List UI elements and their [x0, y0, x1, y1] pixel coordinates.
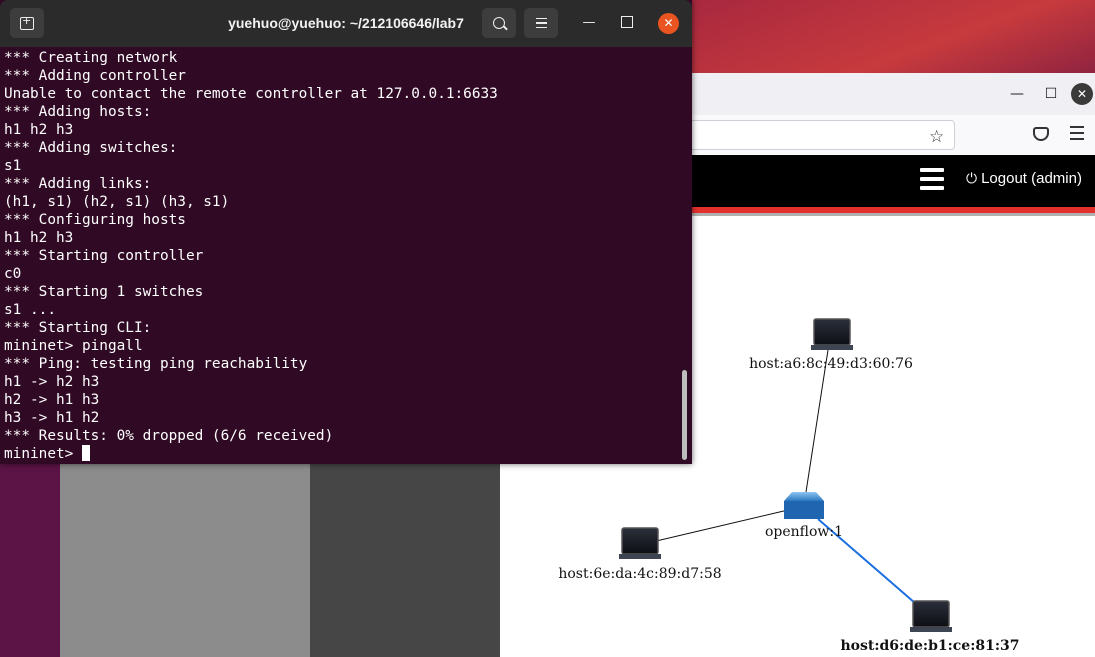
- switch-node[interactable]: openflow:1: [765, 492, 843, 540]
- pocket-icon[interactable]: [1033, 127, 1049, 141]
- close-icon[interactable]: ✕: [1071, 83, 1093, 105]
- terminal-scrollbar[interactable]: [682, 370, 687, 460]
- terminal-line: *** Starting CLI:: [4, 320, 152, 336]
- terminal-line: (h1, s1) (h2, s1) (h3, s1): [4, 194, 230, 210]
- browser-menu-icon[interactable]: [1070, 126, 1084, 144]
- terminal-line: *** Creating network: [4, 50, 178, 66]
- terminal-line: *** Adding controller: [4, 68, 186, 84]
- terminal-line: *** Starting 1 switches: [4, 284, 204, 300]
- logout-label: Logout (admin): [981, 170, 1082, 187]
- terminal-prompt[interactable]: mininet>: [4, 445, 680, 463]
- terminal-maximize-icon[interactable]: [621, 16, 633, 28]
- search-button[interactable]: [482, 8, 516, 38]
- terminal-line: h1 -> h2 h3: [4, 374, 100, 390]
- background-window[interactable]: [60, 460, 310, 657]
- terminal-line: *** Configuring hosts: [4, 212, 186, 228]
- terminal-line: s1 ...: [4, 302, 56, 318]
- terminal-text: *** Creating network *** Adding controlle…: [0, 47, 680, 463]
- terminal-line: *** Adding links:: [4, 176, 152, 192]
- power-icon: ⏻: [966, 170, 978, 186]
- minimize-icon[interactable]: —: [1004, 81, 1030, 107]
- terminal-line: h2 -> h1 h3: [4, 392, 100, 408]
- new-tab-icon: [20, 14, 34, 30]
- host-label-6e: host:6e:da:4c:89:d7:58: [558, 566, 721, 582]
- terminal-line: Unable to contact the remote controller …: [4, 86, 498, 102]
- hamburger-menu-icon[interactable]: [920, 168, 944, 195]
- host-label-d6: host:d6:de:b1:ce:81:37: [840, 638, 1019, 654]
- maximize-icon[interactable]: ☐: [1038, 81, 1064, 107]
- terminal-close-icon[interactable]: ✕: [658, 13, 679, 34]
- terminal-line: mininet> pingall: [4, 338, 143, 354]
- terminal-line: s1: [4, 158, 22, 174]
- background-window-dark[interactable]: [310, 460, 501, 657]
- terminal-line: h1 h2 h3: [4, 230, 74, 246]
- terminal-line: c0: [4, 266, 22, 282]
- terminal-line: *** Ping: testing ping reachability: [4, 356, 308, 372]
- terminal-minimize-icon[interactable]: —: [580, 14, 598, 32]
- host-node-6e[interactable]: host:6e:da:4c:89:d7:58: [558, 527, 722, 582]
- logout-button[interactable]: ⏻ Logout (admin): [966, 170, 1082, 187]
- host-node-d6[interactable]: host:d6:de:b1:ce:81:37: [840, 600, 1020, 654]
- wallpaper-shape-left: [0, 460, 60, 657]
- terminal-menu-button[interactable]: [524, 8, 558, 38]
- terminal-line: *** Results: 0% dropped (6/6 received): [4, 428, 334, 444]
- terminal-line: *** Adding switches:: [4, 140, 178, 156]
- new-tab-button[interactable]: [10, 8, 44, 38]
- terminal-titlebar[interactable]: yuehuo@yuehuo: ~/212106646/lab7 — ✕: [0, 0, 692, 47]
- terminal-window: yuehuo@yuehuo: ~/212106646/lab7 — ✕ *** …: [0, 0, 692, 464]
- terminal-cursor: [81, 445, 90, 461]
- host-node-a6[interactable]: host:a6:8c:49:d3:60:76: [749, 318, 913, 372]
- search-icon: [493, 17, 505, 29]
- terminal-line: h3 -> h1 h2: [4, 410, 100, 426]
- terminal-line: h1 h2 h3: [4, 122, 74, 138]
- terminal-output[interactable]: *** Creating network *** Adding controlle…: [0, 47, 680, 464]
- wallpaper-shape: [690, 0, 1095, 75]
- switch-label: openflow:1: [765, 524, 843, 540]
- terminal-line: *** Adding hosts:: [4, 104, 152, 120]
- bookmark-star-icon[interactable]: ☆: [929, 127, 944, 147]
- terminal-line: *** Starting controller: [4, 248, 204, 264]
- host-label-a6: host:a6:8c:49:d3:60:76: [749, 356, 913, 372]
